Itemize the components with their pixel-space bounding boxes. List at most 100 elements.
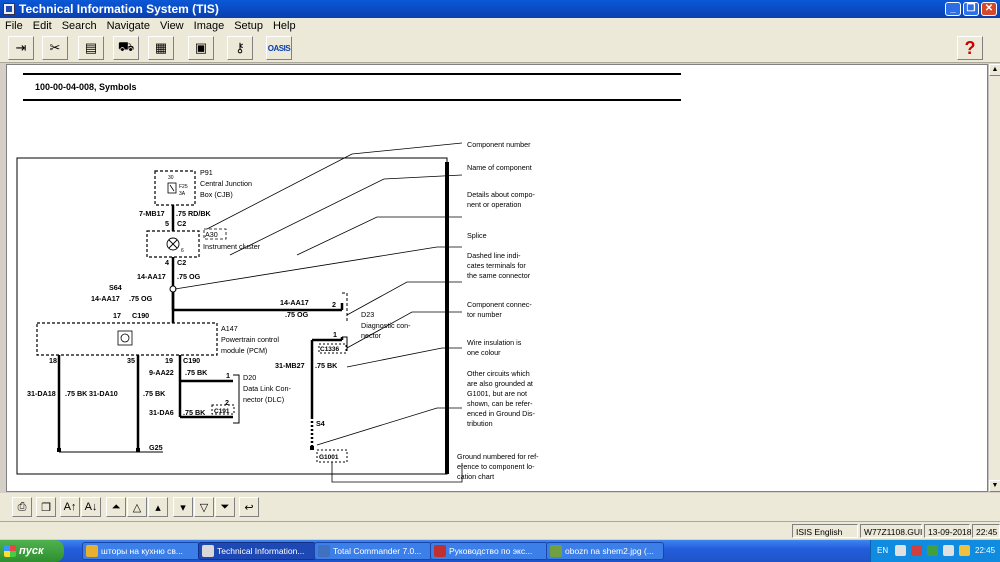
prev-page-icon: △: [132, 501, 142, 514]
last-page-button[interactable]: ⏷: [215, 497, 235, 517]
vehicle-button[interactable]: ⛟: [113, 36, 139, 60]
print-button[interactable]: ⎙: [12, 497, 32, 517]
catalog-button[interactable]: ▤: [78, 36, 104, 60]
minimize-button[interactable]: _: [945, 2, 961, 16]
label-wire-31da6: 31-DA6: [149, 408, 174, 417]
label-cjb-2: Box (CJB): [200, 190, 233, 199]
callout-texts: Component number Name of component Detai…: [457, 140, 539, 481]
callout-connector-1: Component connec-: [467, 300, 532, 309]
label-fuse-amp: 3A: [179, 191, 186, 197]
scroll-up-button[interactable]: ▲: [989, 64, 1000, 76]
copy-icon: ❐: [41, 501, 51, 514]
calculator-button[interactable]: ▣: [188, 36, 214, 60]
task-button-tis[interactable]: Technical Information...: [198, 542, 316, 560]
task-button-total-commander[interactable]: Total Commander 7.0...: [314, 542, 432, 560]
label-d23-line1: Diagnostic con-: [361, 321, 411, 330]
label-d20: D20: [243, 373, 256, 382]
menu-image[interactable]: Image: [189, 20, 230, 32]
label-wire-14aa17-b: 14-AA17: [91, 294, 120, 303]
scroll-down-button[interactable]: ▼: [989, 480, 1000, 492]
callout-other-3: G1001, but are not: [467, 389, 527, 398]
label-wire-14aa17-a: 14-AA17: [137, 272, 166, 281]
label-cjb-1: Central Junction: [200, 179, 252, 188]
menu-search[interactable]: Search: [57, 20, 102, 32]
vertical-scrollbar[interactable]: ▲ ▼: [988, 64, 1000, 492]
key-button[interactable]: ⚷: [227, 36, 253, 60]
label-c1336: C1336: [320, 346, 340, 353]
network-tray-icon[interactable]: [911, 545, 922, 556]
task-label: шторы на кухню св...: [101, 546, 183, 556]
prev-page-button[interactable]: △: [127, 497, 147, 517]
document-view[interactable]: 100-00-04-008, Symbols P91 Central Junct…: [6, 64, 988, 492]
power-tray-icon[interactable]: [959, 545, 970, 556]
label-wire-75rdbk: .75 RD/BK: [176, 209, 212, 218]
clock: 22:45: [975, 546, 996, 555]
label-wire-75bk-a: .75 BK: [65, 389, 88, 398]
label-wire-75bk-e: .75 BK: [185, 368, 208, 377]
window-title: Technical Information System (TIS): [19, 2, 219, 16]
task-button-browser[interactable]: шторы на кухню св...: [82, 542, 200, 560]
task-button-pdf[interactable]: Руководство по экс...: [430, 542, 548, 560]
callout-insulation-1: Wire insulation is: [467, 338, 522, 347]
help-button[interactable]: ?: [957, 36, 983, 60]
cjb-box: [154, 170, 196, 206]
label-wire-7mb17: 7-MB17: [139, 209, 165, 218]
start-button[interactable]: пуск: [0, 540, 64, 562]
callout-connector-2: tor number: [467, 310, 502, 319]
tools-icon: ✂: [49, 40, 61, 55]
font-smaller-button[interactable]: A↓: [81, 497, 101, 517]
label-d23-line2: nector: [361, 331, 382, 340]
copy-button[interactable]: ❐: [36, 497, 56, 517]
menu-help[interactable]: Help: [268, 20, 301, 32]
oasis-button[interactable]: OASIS: [266, 36, 292, 60]
diagram-frame: [16, 157, 449, 475]
label-dlc-1: Data Link Con-: [243, 384, 292, 393]
close-button[interactable]: ✕: [981, 2, 997, 16]
label-pin-18: 18: [49, 356, 57, 365]
back-button[interactable]: ↩: [239, 497, 259, 517]
menu-view[interactable]: View: [155, 20, 189, 32]
ground-symbols: [57, 446, 314, 452]
label-c191: C191: [214, 408, 230, 415]
first-page-button[interactable]: ⏶: [106, 497, 126, 517]
start-label: пуск: [19, 545, 44, 557]
font-larger-button[interactable]: A↑: [60, 497, 80, 517]
exit-icon: ⇥: [15, 40, 27, 55]
callout-splice: Splice: [467, 231, 487, 240]
menu-edit[interactable]: Edit: [28, 20, 57, 32]
task-button-image-viewer[interactable]: obozn na shem2.jpg (...: [546, 542, 664, 560]
label-fuse-id: F25: [179, 184, 188, 190]
label-pin-4: 4: [165, 258, 169, 267]
menu-navigate[interactable]: Navigate: [102, 20, 155, 32]
last-page-icon: ⏷: [220, 500, 230, 513]
label-d23: D23: [361, 310, 374, 319]
task-label: Руководство по экс...: [449, 546, 533, 556]
image-viewer-icon: [550, 545, 562, 557]
restore-button[interactable]: ❐: [963, 2, 979, 16]
exit-button[interactable]: ⇥: [8, 36, 34, 60]
next-section-button[interactable]: ▾: [173, 497, 193, 517]
pcm-symbol: [117, 330, 133, 346]
antivirus-tray-icon[interactable]: [927, 545, 938, 556]
label-s4: S4: [316, 419, 325, 428]
label-g25: G25: [149, 443, 163, 452]
label-pin-1-d20: 1: [226, 371, 230, 380]
calculator-icon: ▣: [194, 40, 208, 55]
language-indicator[interactable]: EN: [877, 546, 888, 555]
menu-bar: File Edit Search Navigate View Image Set…: [0, 18, 1000, 33]
next-page-button[interactable]: ▽: [194, 497, 214, 517]
chip-button[interactable]: ▦: [148, 36, 174, 60]
label-pin-17: 17: [113, 311, 121, 320]
help-tray-icon[interactable]: [895, 545, 906, 556]
callout-name-of-component: Name of component: [467, 163, 532, 172]
menu-file[interactable]: File: [0, 20, 28, 32]
tools-button[interactable]: ✂: [42, 36, 68, 60]
catalog-icon: ▤: [84, 40, 98, 55]
volume-tray-icon[interactable]: [943, 545, 954, 556]
callout-ground-2: erence to component lo-: [457, 462, 535, 471]
menu-setup[interactable]: Setup: [229, 20, 268, 32]
chip-icon: ▦: [154, 40, 168, 55]
prev-section-button[interactable]: ▴: [148, 497, 168, 517]
prev-section-icon: ▴: [155, 501, 161, 514]
callout-other-5: enced in Ground Dis-: [467, 409, 536, 418]
